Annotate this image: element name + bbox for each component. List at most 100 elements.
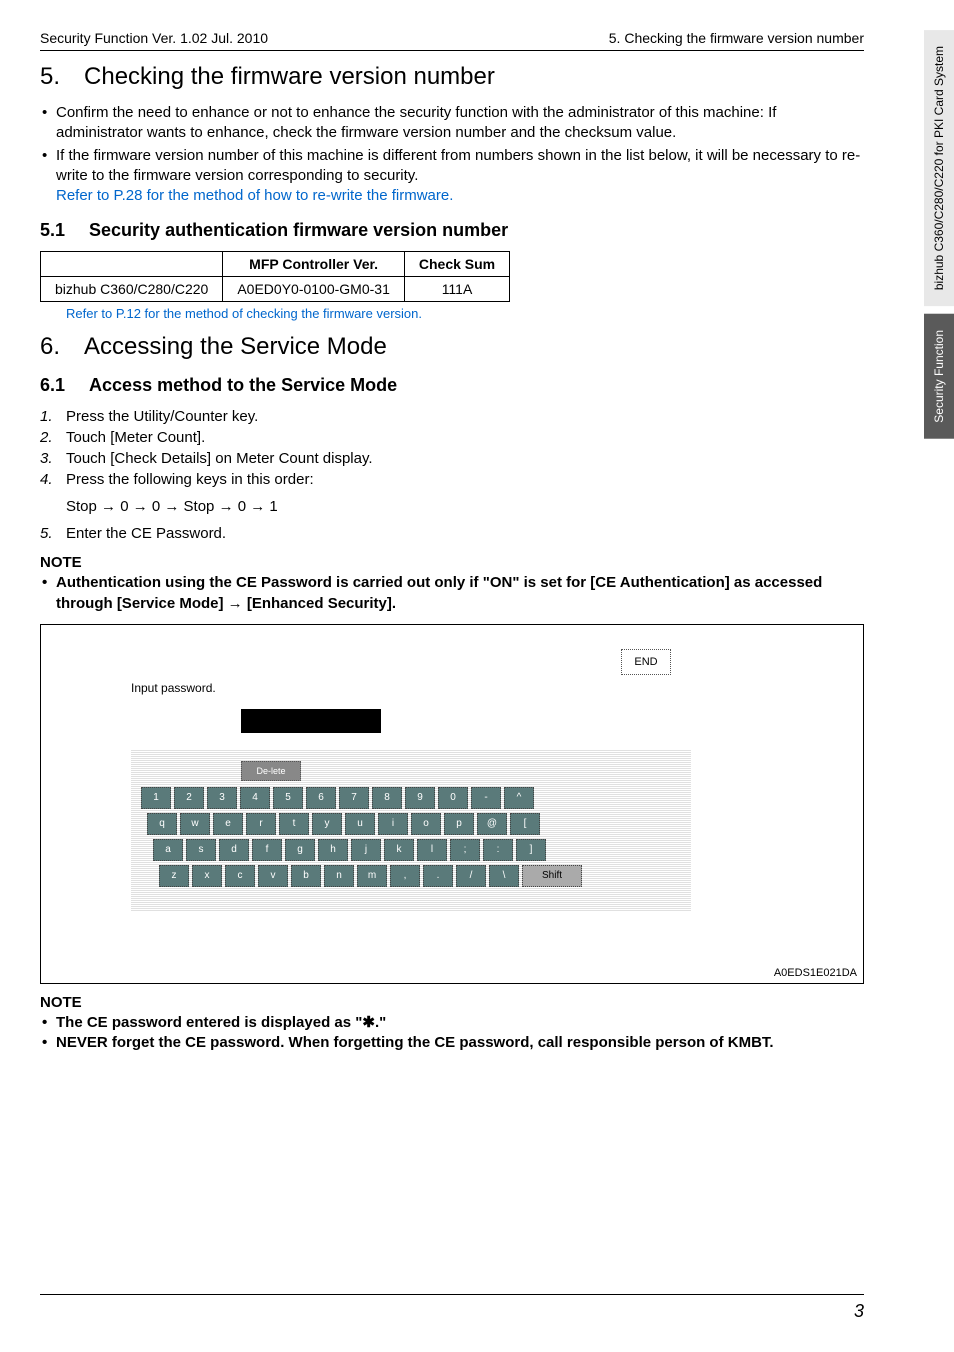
steps-list: 1.Press the Utility/Counter key. 2.Touch… (40, 406, 864, 490)
step: 4.Press the following keys in this order… (40, 469, 864, 490)
keyboard-key[interactable]: n (324, 865, 354, 887)
keyboard-key[interactable]: 9 (405, 787, 435, 809)
section-6-num: 6. (40, 333, 60, 360)
section-6-title: Accessing the Service Mode (84, 333, 387, 360)
keyboard-key[interactable]: ; (450, 839, 480, 861)
link-p12[interactable]: Refer to P.12 for the method of checking… (66, 306, 422, 321)
keyboard-key[interactable]: e (213, 813, 243, 835)
step-4-keys: Stop → 0 → 0 → Stop → 0 → 1 (40, 496, 864, 517)
section-51-heading: 5.1 Security authentication firmware vers… (40, 220, 864, 241)
keyboard-key[interactable]: p (444, 813, 474, 835)
keyboard-key[interactable]: b (291, 865, 321, 887)
keyboard-key[interactable]: @ (477, 813, 507, 835)
delete-tab[interactable]: De-lete (241, 761, 301, 781)
header-right: 5. Checking the firmware version number (609, 30, 864, 46)
keyboard-key[interactable]: y (312, 813, 342, 835)
keyboard-key[interactable]: f (252, 839, 282, 861)
keyboard-key[interactable]: g (285, 839, 315, 861)
note-1-bullet: Authentication using the CE Password is … (40, 573, 864, 614)
screenshot-panel: END Input password. De-lete 1234567890-^… (40, 624, 864, 984)
section-61-title: Access method to the Service Mode (89, 375, 397, 395)
section-6-heading: 6. Accessing the Service Mode (40, 333, 864, 361)
keyboard-key[interactable]: h (318, 839, 348, 861)
input-password-label: Input password. (131, 681, 216, 695)
keyboard-key[interactable]: 3 (207, 787, 237, 809)
keyboard-key[interactable]: c (225, 865, 255, 887)
keyboard-key[interactable]: m (357, 865, 387, 887)
section-51-title: Security authentication firmware version… (89, 220, 508, 240)
keyboard-key[interactable]: 2 (174, 787, 204, 809)
keyboard-key[interactable]: a (153, 839, 183, 861)
keyboard-key[interactable]: t (279, 813, 309, 835)
keyboard-key[interactable]: 0 (438, 787, 468, 809)
keyboard-key[interactable]: . (423, 865, 453, 887)
keyboard-key[interactable]: z (159, 865, 189, 887)
keyboard-key[interactable]: : (483, 839, 513, 861)
fw-version: A0ED0Y0-0100-GM0-31 (223, 277, 405, 302)
keyboard-key[interactable]: 6 (306, 787, 336, 809)
keyboard-key[interactable]: , (390, 865, 420, 887)
section-5-bullet: Confirm the need to enhance or not to en… (40, 103, 864, 144)
fw-col-mfp: MFP Controller Ver. (223, 252, 405, 277)
section-5-heading: 5. Checking the firmware version number (40, 63, 864, 91)
section-5-num: 5. (40, 63, 60, 90)
fw-checksum: 111A (404, 277, 509, 302)
keyboard-key[interactable]: 5 (273, 787, 303, 809)
keyboard-key[interactable]: u (345, 813, 375, 835)
keyboard-key[interactable]: ] (516, 839, 546, 861)
keyboard-key[interactable]: [ (510, 813, 540, 835)
keyboard-key[interactable]: 7 (339, 787, 369, 809)
step: 1.Press the Utility/Counter key. (40, 406, 864, 427)
note-2-bullet: The CE password entered is displayed as … (40, 1013, 864, 1033)
keyboard-key[interactable]: 8 (372, 787, 402, 809)
section-5-title: Checking the firmware version number (84, 63, 495, 90)
keyboard-key[interactable]: v (258, 865, 288, 887)
step: 2.Touch [Meter Count]. (40, 427, 864, 448)
page-header: Security Function Ver. 1.02 Jul. 2010 5.… (40, 30, 864, 51)
keyboard-key[interactable]: - (471, 787, 501, 809)
keyboard-key[interactable]: d (219, 839, 249, 861)
screenshot-id: A0EDS1E021DA (774, 967, 857, 979)
fw-col-checksum: Check Sum (404, 252, 509, 277)
step: 3.Touch [Check Details] on Meter Count d… (40, 448, 864, 469)
side-tab-section: Security Function (924, 314, 954, 439)
side-tab-model: bizhub C360/C280/C220 for PKI Card Syste… (924, 30, 954, 306)
steps-list-cont: 5.Enter the CE Password. (40, 523, 864, 544)
note-1-title: NOTE (40, 554, 864, 571)
keyboard-key[interactable]: q (147, 813, 177, 835)
note-2-title: NOTE (40, 994, 864, 1011)
link-p28[interactable]: Refer to P.28 for the method of how to r… (56, 187, 453, 204)
keyboard-key[interactable]: i (378, 813, 408, 835)
keyboard-key[interactable]: r (246, 813, 276, 835)
section-61-num: 6.1 (40, 375, 65, 395)
page-footer: 3 (40, 1294, 864, 1322)
end-button[interactable]: END (621, 649, 671, 675)
note-2-bullet: NEVER forget the CE password. When forge… (40, 1033, 864, 1053)
fw-model: bizhub C360/C280/C220 (41, 277, 223, 302)
header-left: Security Function Ver. 1.02 Jul. 2010 (40, 30, 268, 46)
firmware-table: MFP Controller Ver. Check Sum bizhub C36… (40, 251, 510, 302)
keyboard-key[interactable]: w (180, 813, 210, 835)
shift-key[interactable]: Shift (522, 865, 582, 887)
keyboard-key[interactable]: j (351, 839, 381, 861)
section-51-num: 5.1 (40, 220, 65, 240)
keyboard-key[interactable]: l (417, 839, 447, 861)
keyboard-key[interactable]: 1 (141, 787, 171, 809)
note-1-list: Authentication using the CE Password is … (40, 573, 864, 614)
keyboard-key[interactable]: ^ (504, 787, 534, 809)
keyboard-key[interactable]: / (456, 865, 486, 887)
keyboard-area: De-lete 1234567890-^ qwertyuiop@[ asdfghjk… (131, 749, 691, 911)
password-field[interactable] (241, 709, 381, 733)
keyboard-key[interactable]: \ (489, 865, 519, 887)
keyboard-key[interactable]: k (384, 839, 414, 861)
keyboard-key[interactable]: x (192, 865, 222, 887)
keyboard-key[interactable]: 4 (240, 787, 270, 809)
section-61-heading: 6.1 Access method to the Service Mode (40, 375, 864, 396)
note-2-list: The CE password entered is displayed as … (40, 1013, 864, 1054)
page-number: 3 (854, 1301, 864, 1321)
section-5-bullets: Confirm the need to enhance or not to en… (40, 103, 864, 206)
section-5-bullet: If the firmware version number of this m… (40, 146, 864, 207)
step: 5.Enter the CE Password. (40, 523, 864, 544)
keyboard-key[interactable]: s (186, 839, 216, 861)
keyboard-key[interactable]: o (411, 813, 441, 835)
